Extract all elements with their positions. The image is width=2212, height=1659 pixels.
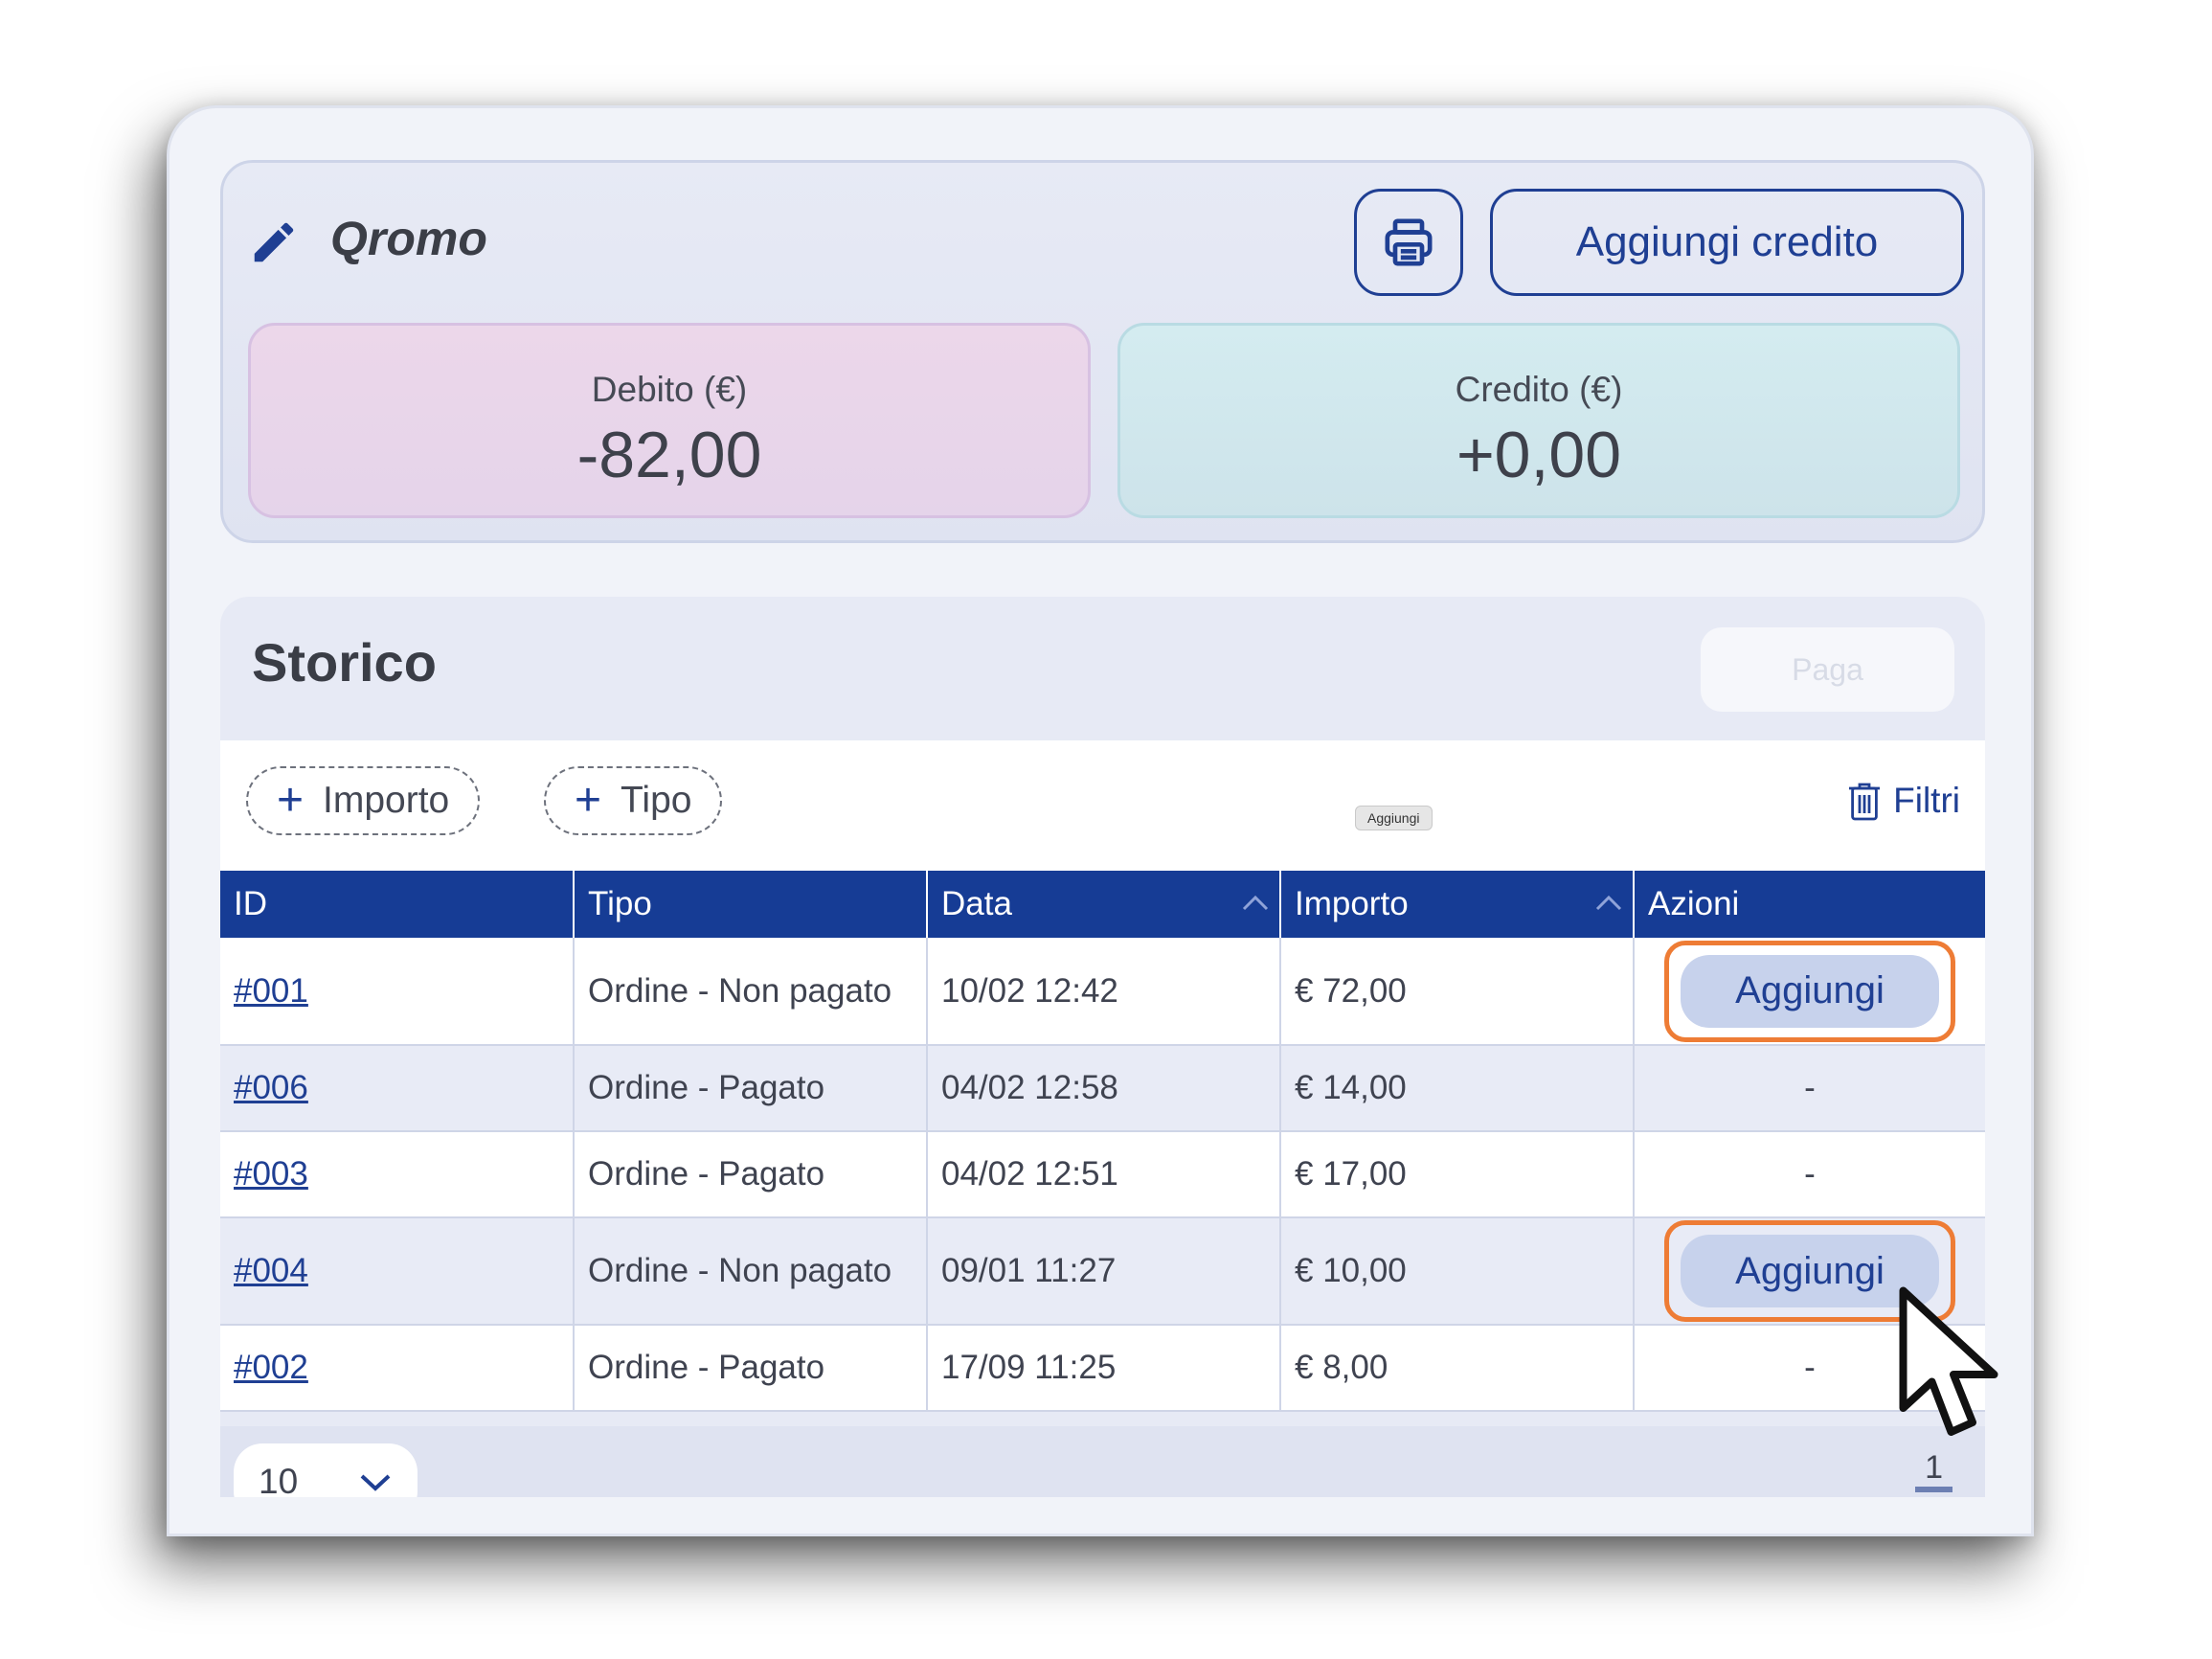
trash-icon	[1849, 783, 1881, 821]
cell-amount: € 72,00	[1280, 938, 1635, 1046]
pay-button[interactable]: Paga	[1701, 627, 1954, 712]
debt-value: -82,00	[576, 419, 762, 491]
sort-arrow-icon[interactable]	[1241, 892, 1270, 915]
cell-type: Ordine - Non pagato	[574, 1217, 928, 1326]
order-id-link[interactable]: #006	[234, 1069, 308, 1106]
order-id-link[interactable]: #002	[234, 1349, 308, 1386]
clear-filters-button[interactable]: Filtri	[1847, 781, 1960, 821]
table-header: ID Tipo Data Importo Azioni	[220, 871, 1985, 938]
print-button[interactable]	[1354, 189, 1463, 296]
debt-label: Debito (€)	[591, 370, 748, 409]
cell-type: Ordine - Pagato	[574, 1131, 928, 1218]
cell-type: Ordine - Pagato	[574, 1045, 928, 1132]
cell-amount: € 8,00	[1280, 1325, 1635, 1412]
cell-date: 10/02 12:42	[927, 938, 1281, 1046]
customer-window: Qromo Aggiungi credito Debito (€) -82,00…	[167, 105, 2034, 1536]
chip-label: Tipo	[621, 780, 692, 821]
column-header-date[interactable]: Data	[927, 871, 1281, 938]
pagination-page[interactable]: 1	[1915, 1449, 1952, 1492]
pencil-icon[interactable]	[248, 216, 300, 268]
order-id-link[interactable]: #001	[234, 972, 308, 1010]
cell-amount: € 17,00	[1280, 1131, 1635, 1218]
page-size-select[interactable]: 10	[234, 1443, 418, 1497]
table-footer: 10 1	[220, 1426, 1985, 1497]
credit-value: +0,00	[1456, 419, 1622, 491]
sort-arrow-icon[interactable]	[1594, 892, 1623, 915]
history-table: ID Tipo Data Importo Azioni #001 Ordine …	[220, 871, 1985, 1412]
table-row: #004 Ordine - Non pagato 09/01 11:27 € 1…	[220, 1217, 1985, 1326]
order-id-link[interactable]: #003	[234, 1155, 308, 1193]
printer-icon	[1385, 218, 1433, 266]
column-header-label: Data	[941, 885, 1012, 922]
column-header-id[interactable]: ID	[220, 871, 575, 938]
chip-label: Importo	[323, 780, 450, 821]
chevron-down-icon	[360, 1474, 391, 1491]
plus-icon: +	[277, 775, 305, 826]
highlight-frame: Aggiungi	[1664, 940, 1955, 1042]
table-row: #003 Ordine - Pagato 04/02 12:51 € 17,00…	[220, 1131, 1985, 1218]
page-size-value: 10	[259, 1462, 299, 1497]
filter-chip-amount[interactable]: + Importo	[246, 766, 481, 835]
cell-actions: -	[1634, 1131, 1985, 1218]
column-header-amount[interactable]: Importo	[1280, 871, 1635, 938]
customer-summary-card: Qromo Aggiungi credito Debito (€) -82,00…	[220, 160, 1985, 543]
customer-name: Qromo	[330, 212, 487, 265]
mouse-pointer-icon	[1899, 1286, 1998, 1436]
plus-icon: +	[575, 775, 602, 826]
credit-label: Credito (€)	[1455, 370, 1623, 409]
filter-chip-type[interactable]: + Tipo	[544, 766, 723, 835]
cell-date: 09/01 11:27	[927, 1217, 1281, 1326]
add-credit-button[interactable]: Aggiungi credito	[1490, 189, 1964, 296]
tooltip: Aggiungi	[1355, 806, 1433, 830]
debt-box: Debito (€) -82,00	[248, 323, 1091, 518]
filters-label: Filtri	[1893, 781, 1960, 820]
cell-amount: € 14,00	[1280, 1045, 1635, 1132]
add-button[interactable]: Aggiungi	[1681, 954, 1939, 1028]
history-panel: Storico Paga + Importo + Tipo Aggiungi F…	[220, 597, 1985, 1497]
cell-type: Ordine - Non pagato	[574, 938, 928, 1046]
column-header-actions: Azioni	[1634, 871, 1985, 938]
cell-amount: € 10,00	[1280, 1217, 1635, 1326]
table-row: #002 Ordine - Pagato 17/09 11:25 € 8,00 …	[220, 1325, 1985, 1412]
credit-box: Credito (€) +0,00	[1117, 323, 1960, 518]
cell-date: 17/09 11:25	[927, 1325, 1281, 1412]
order-id-link[interactable]: #004	[234, 1252, 308, 1289]
table-row: #006 Ordine - Pagato 04/02 12:58 € 14,00…	[220, 1045, 1985, 1132]
cell-date: 04/02 12:51	[927, 1131, 1281, 1218]
filter-bar: + Importo + Tipo Aggiungi Filtri	[220, 740, 1985, 871]
cell-actions: -	[1634, 1045, 1985, 1132]
table-row: #001 Ordine - Non pagato 10/02 12:42 € 7…	[220, 938, 1985, 1046]
column-header-label: Importo	[1295, 885, 1409, 922]
cell-type: Ordine - Pagato	[574, 1325, 928, 1412]
column-header-type[interactable]: Tipo	[574, 871, 928, 938]
history-title: Storico	[252, 632, 437, 693]
cell-actions: Aggiungi	[1634, 938, 1985, 1046]
cell-date: 04/02 12:58	[927, 1045, 1281, 1132]
